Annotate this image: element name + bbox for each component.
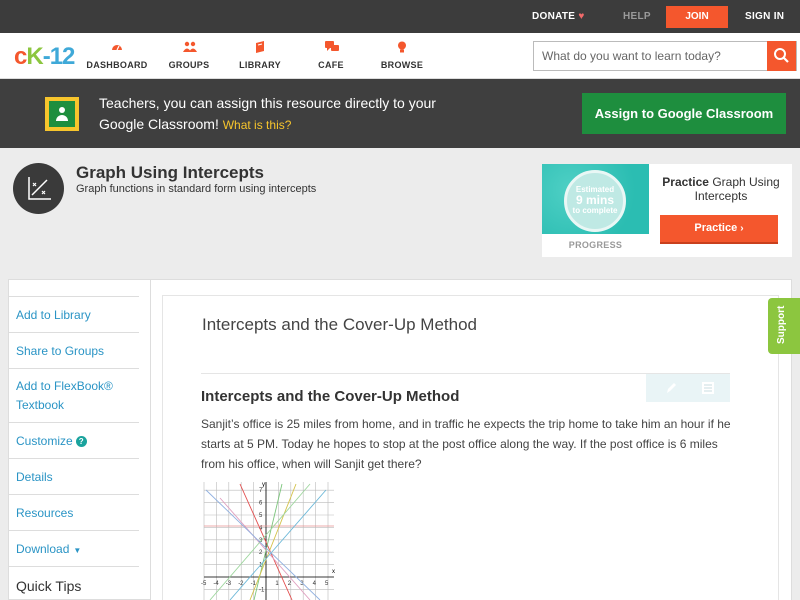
customize-label: Customize xyxy=(16,434,73,448)
nav-library-label: LIBRARY xyxy=(239,60,281,70)
dashboard-icon xyxy=(111,41,123,53)
help-link[interactable]: HELP xyxy=(623,11,651,22)
caret-down-icon: ▼ xyxy=(73,546,82,555)
pink-line xyxy=(219,497,311,600)
y-tick-label: 5 xyxy=(259,513,263,519)
sidebar-resources[interactable]: Resources xyxy=(8,494,139,530)
content-title: Intercepts and the Cover-Up Method xyxy=(202,315,477,334)
donate-link[interactable]: DONATE ♥ xyxy=(532,11,585,22)
y-tick-label: 7 xyxy=(259,488,263,494)
search-input[interactable] xyxy=(534,42,769,70)
download-label: Download xyxy=(16,542,70,556)
donate-label: DONATE xyxy=(532,11,576,22)
y-tick-label: 2 xyxy=(259,550,263,556)
nav-groups-label: GROUPS xyxy=(168,60,210,70)
flexbook-label: Add to FlexBook® xyxy=(16,379,113,393)
intercepts-graph: -5-4-3-2-1123457654321-1 x y xyxy=(201,482,335,600)
progress-label: PROGRESS xyxy=(568,240,623,250)
nav-browse[interactable]: BROWSE xyxy=(367,41,437,70)
sidebar-download[interactable]: Download ▼ xyxy=(8,530,139,566)
what-is-this-link[interactable]: What is this? xyxy=(223,118,292,132)
logo-12: -12 xyxy=(42,43,76,70)
google-classroom-icon xyxy=(45,97,79,131)
assign-google-classroom-button[interactable]: Assign to Google Classroom xyxy=(582,93,786,134)
practice-title-bold: Practice xyxy=(662,175,709,189)
section-heading: Intercepts and the Cover-Up Method xyxy=(201,388,460,405)
logo-c: c xyxy=(14,43,27,70)
sidebar-customize[interactable]: Customize? xyxy=(8,422,139,458)
progress-graphic: Estimated 9 mins to complete xyxy=(542,164,649,234)
sidebar-add-to-flexbook[interactable]: Add to FlexBook® Textbook xyxy=(8,368,139,422)
groups-icon xyxy=(183,41,197,53)
pencil-icon[interactable] xyxy=(664,380,678,396)
heart-icon: ♥ xyxy=(578,11,585,22)
practice-card: Estimated 9 mins to complete PROGRESS Pr… xyxy=(542,164,792,257)
search-icon xyxy=(774,48,789,63)
x-axis-label: x xyxy=(332,569,335,575)
classroom-banner-text: Teachers, you can assign this resource d… xyxy=(99,93,459,136)
nav-cafe[interactable]: CAFE xyxy=(296,41,366,70)
support-label: Support xyxy=(776,305,787,344)
estimated-time-badge: Estimated 9 mins to complete xyxy=(564,170,626,232)
nav-browse-label: BROWSE xyxy=(380,60,424,70)
main-header: cK-12 DASHBOARD GROUPS LIBRARY CAFE BROW… xyxy=(0,33,800,79)
x-tick-label: 5 xyxy=(325,581,329,587)
sidebar-quick-tips[interactable]: Quick Tips xyxy=(8,566,139,600)
x-tick-label: -4 xyxy=(213,581,219,587)
nav-dashboard[interactable]: DASHBOARD xyxy=(82,41,152,70)
nav-cafe-label: CAFE xyxy=(318,60,344,70)
cafe-icon xyxy=(325,41,339,53)
sidebar: Add to Library Share to Groups Add to Fl… xyxy=(8,296,139,600)
nav-groups[interactable]: GROUPS xyxy=(154,41,224,70)
top-bar: DONATE ♥ HELP JOIN SIGN IN xyxy=(0,0,800,33)
sidebar-add-to-library[interactable]: Add to Library xyxy=(8,296,139,332)
estimated-mins: 9 mins xyxy=(575,193,614,207)
help-icon[interactable]: ? xyxy=(75,436,87,447)
chevron-right-icon: › xyxy=(740,223,744,234)
graph-concept-icon xyxy=(13,163,64,214)
x-tick-label: 4 xyxy=(313,581,317,587)
practice-button-label: Practice xyxy=(694,222,738,234)
x-tick-label: 2 xyxy=(288,581,292,587)
practice-title: Practice Graph Using Intercepts xyxy=(657,175,785,203)
browse-icon xyxy=(396,41,408,53)
y-axis-label: y xyxy=(262,482,265,488)
concept-subtitle: Graph functions in standard form using i… xyxy=(76,183,317,195)
nav-dashboard-label: DASHBOARD xyxy=(86,60,148,70)
problem-paragraph: Sanjit’s office is 25 miles from home, a… xyxy=(201,417,731,471)
sidebar-details[interactable]: Details xyxy=(8,458,139,494)
search-box xyxy=(533,41,797,71)
y-tick-label: 6 xyxy=(259,501,263,507)
notes-icon[interactable] xyxy=(701,380,715,396)
sidebar-share-to-groups[interactable]: Share to Groups xyxy=(8,332,139,368)
x-tick-label: -2 xyxy=(238,581,244,587)
x-tick-label: -5 xyxy=(201,581,207,587)
nav-library[interactable]: LIBRARY xyxy=(225,41,295,70)
practice-button[interactable]: Practice › xyxy=(660,215,778,244)
sign-in-link[interactable]: SIGN IN xyxy=(745,11,784,22)
ck12-logo[interactable]: cK-12 xyxy=(14,43,76,71)
x-tick-label: 1 xyxy=(275,581,279,587)
flexbook-label-2: Textbook xyxy=(16,398,65,412)
to-complete-label: to complete xyxy=(572,206,618,215)
join-button[interactable]: JOIN xyxy=(666,6,728,28)
content-tools xyxy=(646,374,730,402)
support-tab[interactable]: Support xyxy=(768,298,800,354)
concept-title: Graph Using Intercepts xyxy=(76,163,264,182)
logo-k: K xyxy=(26,43,43,70)
library-icon xyxy=(254,41,266,53)
x-tick-label: -3 xyxy=(226,581,232,587)
y-tick-label: -1 xyxy=(259,587,265,593)
search-button[interactable] xyxy=(767,41,796,71)
